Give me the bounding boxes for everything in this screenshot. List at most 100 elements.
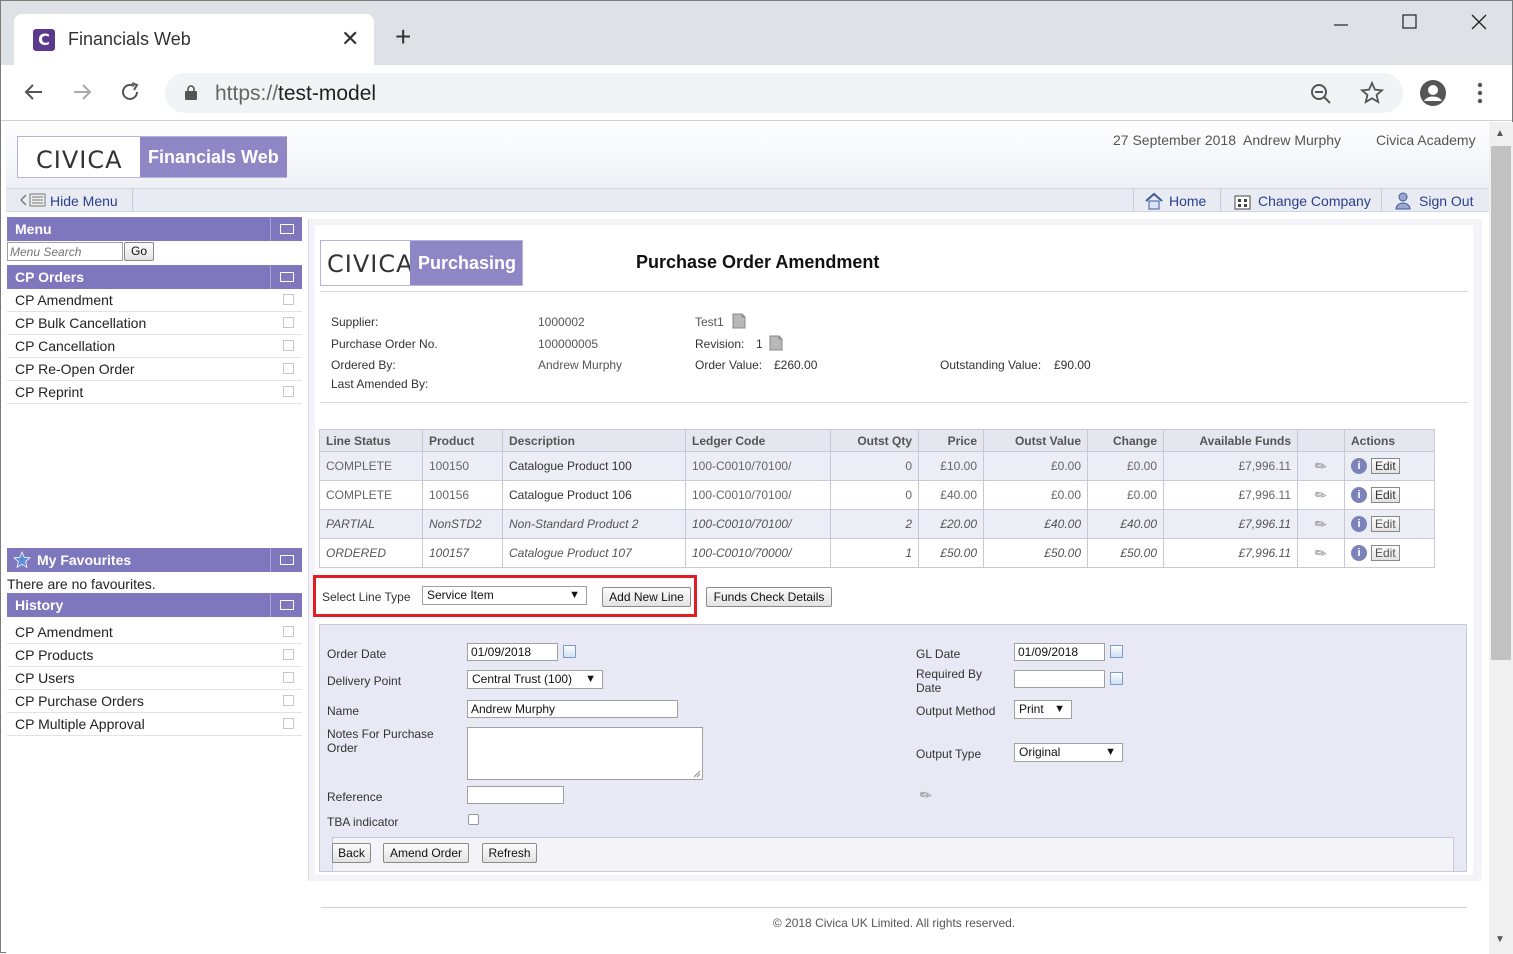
column-header-ledger-code[interactable]: Ledger Code [685,429,831,452]
document-icon[interactable] [732,313,746,332]
notes-textarea[interactable] [467,727,703,780]
calendar-icon[interactable] [563,645,576,658]
column-header-line-status[interactable]: Line Status [319,429,423,452]
menu-search-input[interactable] [7,242,123,261]
panel-toggle-icon[interactable] [270,265,302,289]
edit-line-button[interactable]: Edit [1371,516,1400,532]
gl-date-input[interactable]: 01/09/2018 [1014,643,1105,661]
sign-out-link[interactable]: Sign Out [1419,193,1473,209]
reload-icon[interactable] [115,77,145,107]
change-company-link[interactable]: Change Company [1258,193,1371,209]
column-header-description[interactable]: Description [502,429,686,452]
address-bar[interactable]: https://test-model [165,73,1403,113]
edit-line-button[interactable]: Edit [1371,458,1400,474]
name-input[interactable]: Andrew Murphy [467,700,678,718]
financials-web-logo[interactable]: CIVICA Financials Web [17,136,287,178]
calendar-icon[interactable] [1110,645,1123,658]
kebab-menu-icon[interactable] [1475,81,1485,108]
open-external-icon[interactable] [283,317,294,328]
paperclip-icon[interactable]: ✎ [1311,485,1330,506]
browser-tab[interactable]: C Financials Web ✕ [14,14,374,65]
open-external-icon[interactable] [283,363,294,374]
table-row[interactable]: COMPLETE 100150 Catalogue Product 100 10… [319,451,1435,481]
output-method-select[interactable]: Print ▼ [1014,700,1072,719]
hide-menu-link[interactable]: Hide Menu [50,193,118,209]
funds-check-details-button[interactable]: Funds Check Details [706,587,832,607]
menu-item-cp-amendment[interactable]: CP Amendment [7,289,302,312]
menu-item-cp-re-open-order[interactable]: CP Re-Open Order [7,358,302,381]
edit-line-button[interactable]: Edit [1371,545,1400,561]
column-header-change[interactable]: Change [1087,429,1164,452]
paperclip-icon[interactable]: ✎ [1311,543,1330,564]
menu-search-go-button[interactable]: Go [124,242,154,261]
table-row[interactable]: PARTIAL NonSTD2 Non-Standard Product 2 1… [319,509,1435,539]
open-external-icon[interactable] [283,294,294,305]
panel-toggle-icon[interactable] [270,593,302,617]
column-header-outst-qty[interactable]: Outst Qty [830,429,919,452]
scroll-up-icon[interactable]: ▲ [1495,128,1505,139]
paperclip-icon[interactable]: ✎ [1311,456,1330,477]
paperclip-icon[interactable]: ✎ [1311,514,1330,535]
profile-icon[interactable] [1419,79,1447,110]
close-tab-icon[interactable]: ✕ [341,26,359,52]
new-tab-icon[interactable]: + [395,23,411,51]
info-icon[interactable]: i [1351,458,1367,474]
output-type-select[interactable]: Original ▼ [1014,743,1123,762]
line-type-select[interactable]: Service Item ▼ [422,586,587,605]
open-external-icon[interactable] [283,626,294,637]
menu-item-cp-reprint[interactable]: CP Reprint [7,381,302,404]
menu-item-cp-cancellation[interactable]: CP Cancellation [7,335,302,358]
table-row[interactable]: COMPLETE 100156 Catalogue Product 106 10… [319,480,1435,510]
history-item-cp-multiple-approval[interactable]: CP Multiple Approval [7,713,302,736]
refresh-button[interactable]: Refresh [482,843,537,863]
maximize-icon[interactable] [1401,11,1419,37]
delivery-point-select[interactable]: Central Trust (100) ▼ [467,670,603,689]
calendar-icon[interactable] [1110,672,1123,685]
open-external-icon[interactable] [283,718,294,729]
scroll-down-icon[interactable]: ▼ [1495,934,1505,945]
minimize-icon[interactable] [1333,11,1349,37]
history-item-cp-users[interactable]: CP Users [7,667,302,690]
home-link[interactable]: Home [1169,193,1206,209]
amend-order-button[interactable]: Amend Order [383,843,469,863]
open-external-icon[interactable] [283,649,294,660]
order-date-input[interactable]: 01/09/2018 [467,643,558,661]
lock-icon[interactable] [185,85,197,100]
url-text[interactable]: https://test-model [215,82,376,106]
column-header-outst-value[interactable]: Outst Value [983,429,1088,452]
bookmark-star-icon[interactable] [1359,80,1385,108]
menu-item-cp-bulk-cancellation[interactable]: CP Bulk Cancellation [7,312,302,335]
history-item-cp-amendment[interactable]: CP Amendment [7,621,302,644]
change-company-icon[interactable] [1233,192,1253,213]
zoom-icon[interactable] [1309,82,1333,109]
page-scrollbar[interactable]: ▲ ▼ [1489,122,1513,954]
forward-arrow-icon[interactable] [67,77,97,107]
back-arrow-icon[interactable] [19,77,49,107]
edit-line-button[interactable]: Edit [1371,487,1400,503]
tba-indicator-checkbox[interactable] [468,814,479,825]
document-icon[interactable] [769,335,783,354]
required-by-date-input[interactable] [1014,670,1105,688]
history-item-cp-products[interactable]: CP Products [7,644,302,667]
add-new-line-button[interactable]: Add New Line [602,587,691,607]
panel-toggle-icon[interactable] [270,217,302,241]
column-header-price[interactable]: Price [918,429,984,452]
close-window-icon[interactable] [1470,11,1488,37]
column-header-available-funds[interactable]: Available Funds [1163,429,1298,452]
history-item-cp-purchase-orders[interactable]: CP Purchase Orders [7,690,302,713]
open-external-icon[interactable] [283,672,294,683]
hide-menu-icon[interactable] [20,193,46,210]
sign-out-icon[interactable] [1394,191,1414,213]
table-row[interactable]: ORDERED 100157 Catalogue Product 107 100… [319,538,1435,568]
reference-input[interactable] [467,786,564,804]
open-external-icon[interactable] [283,386,294,397]
info-icon[interactable]: i [1351,487,1367,503]
panel-toggle-icon[interactable] [270,548,302,572]
info-icon[interactable]: i [1351,516,1367,532]
info-icon[interactable]: i [1351,545,1367,561]
scrollbar-thumb[interactable] [1491,146,1511,660]
open-external-icon[interactable] [283,695,294,706]
home-icon[interactable] [1144,192,1164,213]
back-button[interactable]: Back [332,843,371,863]
open-external-icon[interactable] [283,340,294,351]
